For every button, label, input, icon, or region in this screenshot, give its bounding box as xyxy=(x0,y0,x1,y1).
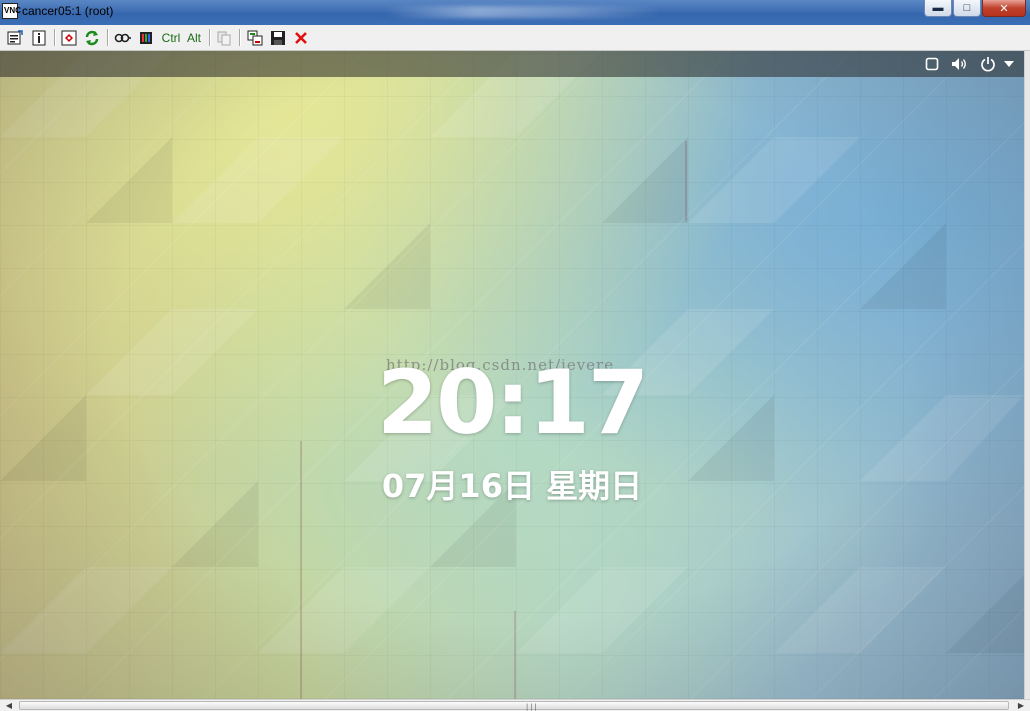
ctrl-key-button[interactable]: Ctrl xyxy=(160,29,182,46)
toolbar-separator xyxy=(107,29,109,46)
scroll-right-arrow-icon[interactable]: ▶ xyxy=(1015,700,1027,711)
info-icon[interactable] xyxy=(30,29,48,46)
disconnect-icon[interactable] xyxy=(292,29,310,46)
key-icon[interactable] xyxy=(114,29,132,46)
horizontal-scroll-thumb[interactable]: ||| xyxy=(19,701,1009,711)
scroll-grip-icon: ||| xyxy=(525,703,538,711)
refresh-icon[interactable] xyxy=(83,29,101,46)
toolbar-separator xyxy=(54,29,56,46)
copy-icon[interactable] xyxy=(215,29,233,46)
window-icon[interactable] xyxy=(923,55,941,73)
vertical-scrollbar[interactable] xyxy=(1024,51,1030,699)
fullscreen-icon[interactable] xyxy=(60,29,78,46)
desktop-top-panel xyxy=(0,51,1024,77)
power-icon[interactable] xyxy=(978,55,998,73)
dropdown-arrow-icon[interactable] xyxy=(1002,55,1016,73)
alt-key-button[interactable]: Alt xyxy=(185,29,203,46)
options-icon[interactable] xyxy=(6,29,24,46)
lockscreen-date: 07月16日 星期日 xyxy=(381,467,643,505)
window-title: cancer05:1 (root) xyxy=(22,4,114,18)
close-button[interactable]: ✕ xyxy=(982,0,1026,17)
transfer-icon[interactable] xyxy=(246,29,264,46)
volume-icon[interactable] xyxy=(950,55,970,73)
maximize-button[interactable]: □ xyxy=(953,0,981,17)
lockscreen-clock: 20:17 xyxy=(376,351,649,454)
window-titlebar[interactable]: VNC cancer05:1 (root) ▬ □ ✕ xyxy=(0,0,1030,25)
ctrl-alt-del-icon[interactable] xyxy=(137,29,155,46)
toolbar-separator xyxy=(239,29,241,46)
window-controls: ▬ □ ✕ xyxy=(923,0,1026,18)
blurred-title-region xyxy=(385,6,660,18)
save-icon[interactable] xyxy=(269,29,287,46)
vnc-app-icon[interactable]: VNC xyxy=(2,3,21,19)
vnc-toolbar: Ctrl Alt xyxy=(0,25,1030,51)
scroll-left-arrow-icon[interactable]: ◀ xyxy=(3,700,15,711)
horizontal-scrollbar[interactable]: ◀ ||| ▶ xyxy=(0,699,1030,711)
remote-desktop-view[interactable]: http://blog.csdn.net/ievere 20:17 07月16日… xyxy=(0,51,1024,699)
toolbar-separator xyxy=(209,29,211,46)
vnc-app-icon-label: VNC xyxy=(4,6,21,15)
minimize-button[interactable]: ▬ xyxy=(924,0,952,17)
